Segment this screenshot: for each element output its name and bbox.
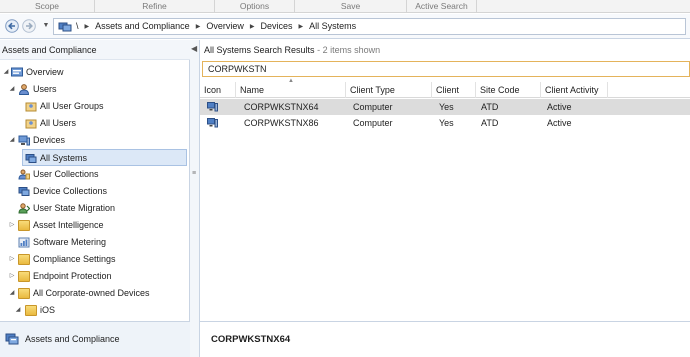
results-pane: All Systems Search Results - 2 items sho… bbox=[200, 40, 690, 357]
breadcrumb-devices[interactable]: Devices bbox=[260, 19, 292, 34]
search-value: CORPWKSTN bbox=[208, 64, 267, 74]
overview-icon bbox=[11, 67, 23, 77]
back-button[interactable] bbox=[4, 19, 20, 35]
cell-name: CORPWKSTNX86 bbox=[244, 118, 319, 128]
cell-client-type: Computer bbox=[353, 118, 393, 128]
table-header: Icon Name Client Type Client Site Code C… bbox=[200, 82, 690, 98]
arrow-left-icon bbox=[5, 19, 19, 33]
breadcrumb-all-systems[interactable]: All Systems bbox=[309, 19, 356, 34]
chevron-right-icon[interactable]: ▶ bbox=[244, 20, 261, 35]
ribbon-group-options: Options bbox=[215, 0, 295, 13]
software-metering-icon bbox=[18, 237, 30, 248]
tree-item-overview[interactable]: ◢ Overview bbox=[0, 64, 188, 81]
tree-item-all-corporate-owned-devices[interactable]: ◢ All Corporate-owned Devices bbox=[0, 285, 188, 302]
column-header-client-activity[interactable]: Client Activity bbox=[541, 82, 608, 98]
workspace-assets-and-compliance[interactable]: Assets and Compliance bbox=[0, 321, 190, 357]
tree-item-ios[interactable]: ◢ iOS bbox=[0, 302, 188, 319]
tree-item-asset-intelligence[interactable]: ▷ Asset Intelligence bbox=[0, 217, 188, 234]
user-collections-icon bbox=[18, 169, 30, 180]
chevron-right-icon[interactable]: ▶ bbox=[190, 20, 207, 35]
ribbon-group-labels: Scope Refine Options Save Active Search bbox=[0, 0, 690, 13]
folder-icon bbox=[18, 220, 30, 231]
column-header-client[interactable]: Client bbox=[432, 82, 476, 98]
chevron-down-icon: ▼ bbox=[42, 22, 50, 29]
pane-splitter[interactable]: ◀ ≡ bbox=[190, 40, 200, 357]
tree-item-software-metering[interactable]: Software Metering bbox=[0, 234, 188, 251]
results-count: 2 items shown bbox=[322, 45, 381, 55]
user-state-migration-icon bbox=[18, 203, 30, 214]
navigation-pane: Assets and Compliance ◢ Overview ◢ Users… bbox=[0, 40, 190, 357]
cell-site-code: ATD bbox=[481, 118, 499, 128]
expand-arrow-icon[interactable]: ◢ bbox=[8, 81, 16, 98]
chevron-right-icon[interactable]: ▶ bbox=[292, 20, 309, 35]
history-dropdown[interactable]: ▼ bbox=[38, 19, 54, 35]
folder-icon bbox=[18, 254, 30, 265]
cell-site-code: ATD bbox=[481, 102, 499, 112]
console-root-icon bbox=[58, 22, 72, 32]
details-pane: CORPWKSTNX64 bbox=[200, 321, 690, 357]
tree-item-user-state-migration[interactable]: User State Migration bbox=[0, 200, 188, 217]
splitter-grip-icon: ≡ bbox=[192, 170, 197, 177]
collapsed-arrow-icon[interactable]: ▷ bbox=[8, 217, 16, 234]
tree-item-endpoint-protection[interactable]: ▷ Endpoint Protection bbox=[0, 268, 188, 285]
folder-icon bbox=[18, 288, 30, 299]
table-row[interactable]: CORPWKSTNX86 Computer Yes ATD Active bbox=[200, 115, 690, 131]
cell-client-activity: Active bbox=[547, 102, 572, 112]
navigation-bar: ▼ \ ▶ Assets and Compliance ▶ Overview ▶ Devic… bbox=[0, 14, 690, 39]
tree-item-all-systems[interactable]: All Systems bbox=[22, 149, 187, 166]
user-collection-icon bbox=[25, 102, 37, 112]
breadcrumb-overview[interactable]: Overview bbox=[206, 19, 244, 34]
user-collection-icon bbox=[25, 119, 37, 129]
tree-item-compliance-settings[interactable]: ▷ Compliance Settings bbox=[0, 251, 188, 268]
results-title: All Systems Search Results bbox=[204, 45, 315, 55]
workspace-label: Assets and Compliance bbox=[25, 334, 120, 344]
column-header-client-type[interactable]: Client Type bbox=[346, 82, 432, 98]
column-header-icon[interactable]: Icon bbox=[200, 82, 236, 98]
table-row[interactable]: CORPWKSTNX64 Computer Yes ATD Active bbox=[200, 99, 690, 115]
column-header-site-code[interactable]: Site Code bbox=[476, 82, 541, 98]
cell-client-activity: Active bbox=[547, 118, 572, 128]
cell-name: CORPWKSTNX64 bbox=[244, 102, 319, 112]
breadcrumb: \ ▶ Assets and Compliance ▶ Overview ▶ Devices… bbox=[76, 19, 356, 34]
device-collection-icon bbox=[25, 154, 37, 163]
ribbon-group-active-search: Active Search bbox=[407, 0, 477, 13]
search-input[interactable]: CORPWKSTN bbox=[202, 61, 690, 77]
breadcrumb-assets[interactable]: Assets and Compliance bbox=[95, 19, 190, 34]
expand-arrow-icon[interactable]: ◢ bbox=[8, 285, 16, 302]
user-icon bbox=[18, 84, 30, 95]
cell-client: Yes bbox=[439, 102, 454, 112]
device-collections-icon bbox=[18, 187, 30, 196]
cell-client-type: Computer bbox=[353, 102, 393, 112]
address-bar[interactable]: \ ▶ Assets and Compliance ▶ Overview ▶ Devices… bbox=[53, 18, 686, 35]
ribbon-group-save: Save bbox=[295, 0, 407, 13]
column-header-name[interactable]: Name bbox=[236, 82, 346, 98]
results-header: All Systems Search Results - 2 items sho… bbox=[204, 45, 381, 55]
expand-arrow-icon[interactable]: ◢ bbox=[14, 302, 22, 319]
collapsed-arrow-icon[interactable]: ▷ bbox=[8, 268, 16, 285]
expand-arrow-icon[interactable]: ◢ bbox=[8, 132, 16, 149]
ribbon-group-scope: Scope bbox=[0, 0, 95, 13]
forward-button[interactable] bbox=[21, 19, 37, 35]
folder-icon bbox=[18, 271, 30, 282]
collapse-pane-icon[interactable]: ◀ bbox=[191, 44, 197, 53]
tree-item-devices[interactable]: ◢ Devices bbox=[0, 132, 188, 149]
details-title: CORPWKSTNX64 bbox=[211, 334, 291, 345]
chevron-right-icon[interactable]: ▶ bbox=[79, 20, 96, 35]
cell-client: Yes bbox=[439, 118, 454, 128]
ribbon-group-refine: Refine bbox=[95, 0, 215, 13]
assets-and-compliance-icon bbox=[5, 333, 19, 345]
tree-item-user-collections[interactable]: User Collections bbox=[0, 166, 188, 183]
tree-item-all-users[interactable]: All Users bbox=[0, 115, 188, 132]
computer-icon bbox=[207, 118, 218, 128]
computer-icon bbox=[207, 102, 218, 112]
folder-icon bbox=[25, 305, 37, 316]
navigation-pane-title: Assets and Compliance bbox=[0, 40, 190, 60]
tree-item-users[interactable]: ◢ Users bbox=[0, 81, 188, 98]
tree-item-all-user-groups[interactable]: All User Groups bbox=[0, 98, 188, 115]
expand-arrow-icon[interactable]: ◢ bbox=[2, 64, 10, 81]
arrow-right-icon bbox=[22, 19, 36, 33]
tree-item-device-collections[interactable]: Device Collections bbox=[0, 183, 188, 200]
devices-icon bbox=[18, 135, 30, 146]
collapsed-arrow-icon[interactable]: ▷ bbox=[8, 251, 16, 268]
